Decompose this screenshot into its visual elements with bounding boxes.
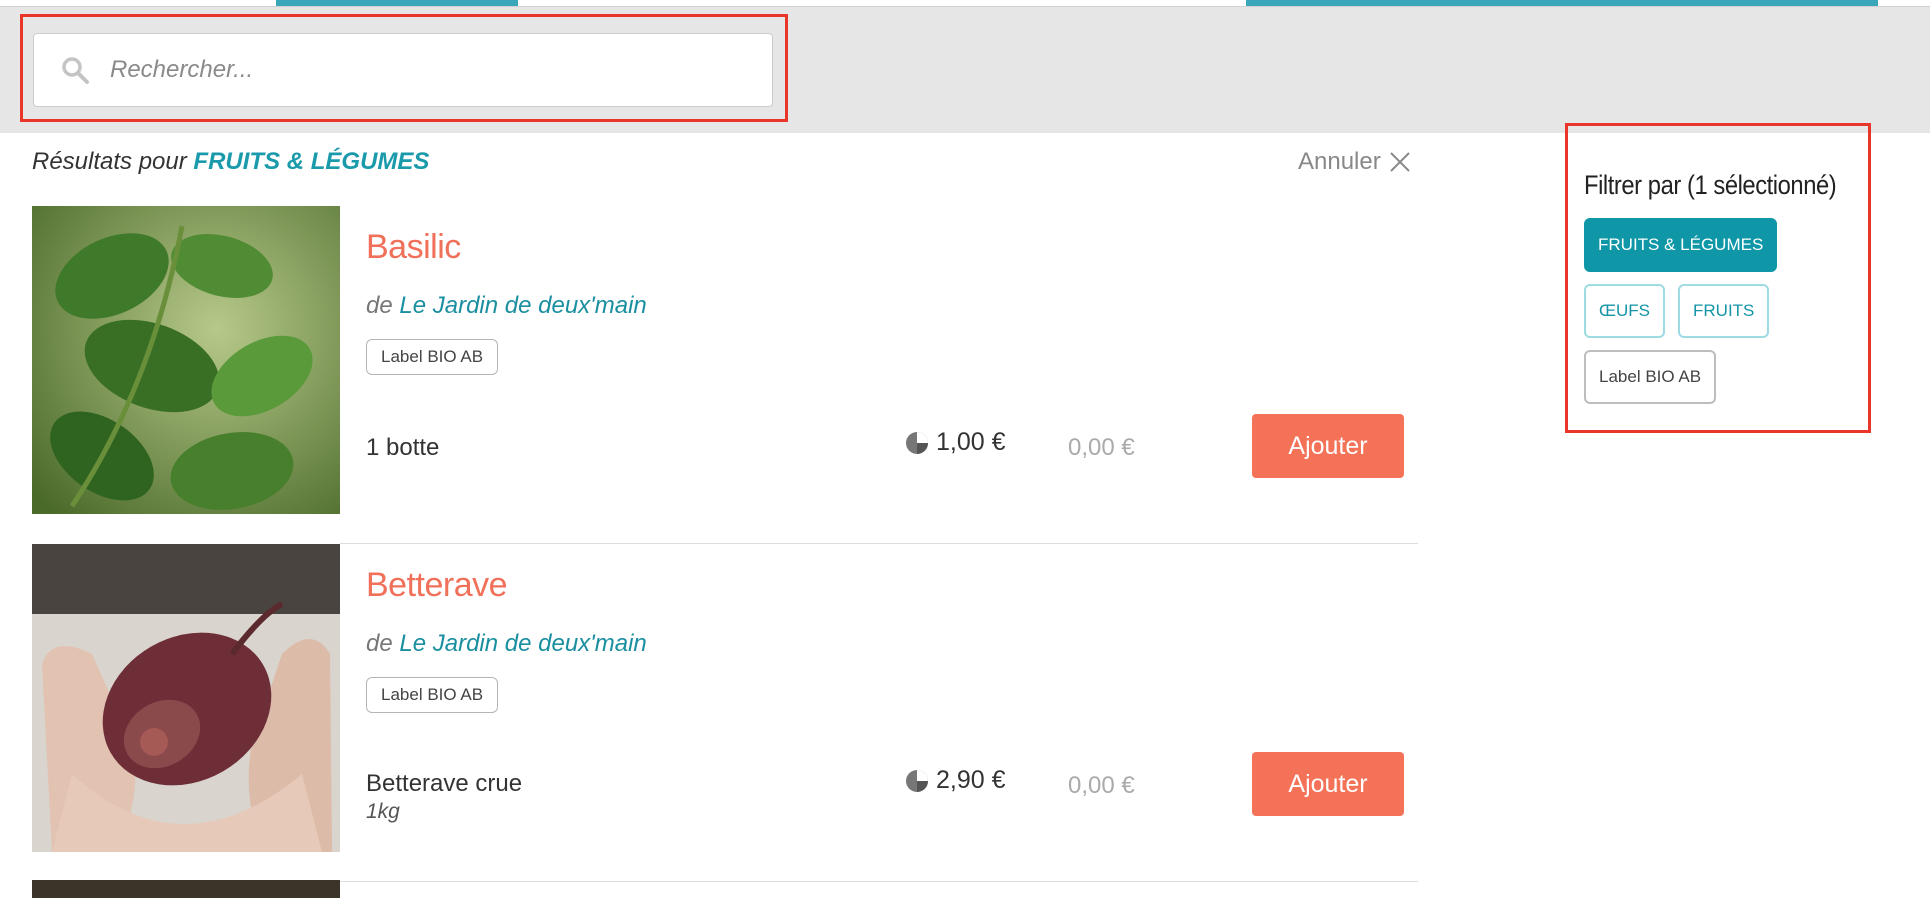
product-card: Betterave de Le Jardin de deux'main Labe…: [32, 544, 1418, 882]
product-name[interactable]: Betterave: [366, 566, 508, 605]
producer-link[interactable]: Le Jardin de deux'main: [399, 292, 646, 319]
add-to-cart-button[interactable]: Ajouter: [1252, 414, 1404, 478]
pie-chart-icon: [906, 431, 928, 454]
search-input[interactable]: [108, 40, 772, 100]
producer-prefix: de: [366, 630, 393, 657]
filter-chip-fruits-legumes[interactable]: FRUITS & LÉGUMES: [1584, 218, 1778, 272]
product-image-basil[interactable]: [32, 206, 340, 514]
search-box[interactable]: [33, 33, 773, 107]
product-divider: [340, 881, 1418, 882]
price-value: 1,00 €: [936, 428, 1006, 456]
product-total: 0,00 €: [1068, 772, 1135, 799]
add-to-cart-button[interactable]: Ajouter: [1252, 752, 1404, 816]
product-name[interactable]: Basilic: [366, 228, 461, 267]
product-producer: de Le Jardin de deux'main: [366, 292, 647, 320]
results-category: FRUITS & LÉGUMES: [193, 148, 430, 175]
filter-title: Filtrer par (1 sélectionné): [1584, 170, 1837, 200]
product-total: 0,00 €: [1068, 434, 1135, 461]
cancel-label: Annuler: [1298, 148, 1381, 175]
product-unit: Betterave crue: [366, 770, 523, 797]
producer-prefix: de: [366, 292, 393, 319]
pie-chart-icon: [906, 769, 928, 792]
results-header: Résultats pour FRUITS & LÉGUMES: [32, 148, 429, 176]
nav-tab-indicator-right[interactable]: [1246, 0, 1878, 6]
filter-chip-label-bio[interactable]: Label BIO AB: [1584, 350, 1717, 404]
product-tag: Label BIO AB: [366, 339, 499, 375]
cancel-filter-button[interactable]: Annuler: [1298, 148, 1411, 176]
product-unit: 1 botte: [366, 434, 440, 461]
results-prefix: Résultats pour: [32, 148, 187, 175]
product-tag: Label BIO AB: [366, 677, 499, 713]
product-image-partial[interactable]: [32, 880, 340, 898]
filter-chip-oeufs[interactable]: ŒUFS: [1584, 284, 1665, 338]
filter-chip-fruits[interactable]: FRUITS: [1678, 284, 1770, 338]
producer-link[interactable]: Le Jardin de deux'main: [399, 630, 646, 657]
product-image-beet[interactable]: [32, 544, 340, 852]
search-icon: [60, 55, 90, 85]
product-card: Basilic de Le Jardin de deux'main Label …: [32, 206, 1418, 544]
price-value: 2,90 €: [936, 766, 1006, 794]
nav-tab-indicator[interactable]: [276, 0, 518, 6]
product-price: 1,00 €: [904, 428, 1006, 457]
product-unit-detail: 1kg: [366, 800, 400, 823]
top-nav-bar: [0, 0, 1930, 7]
product-producer: de Le Jardin de deux'main: [366, 630, 647, 658]
close-icon: [1390, 152, 1410, 172]
product-price: 2,90 €: [904, 766, 1006, 795]
